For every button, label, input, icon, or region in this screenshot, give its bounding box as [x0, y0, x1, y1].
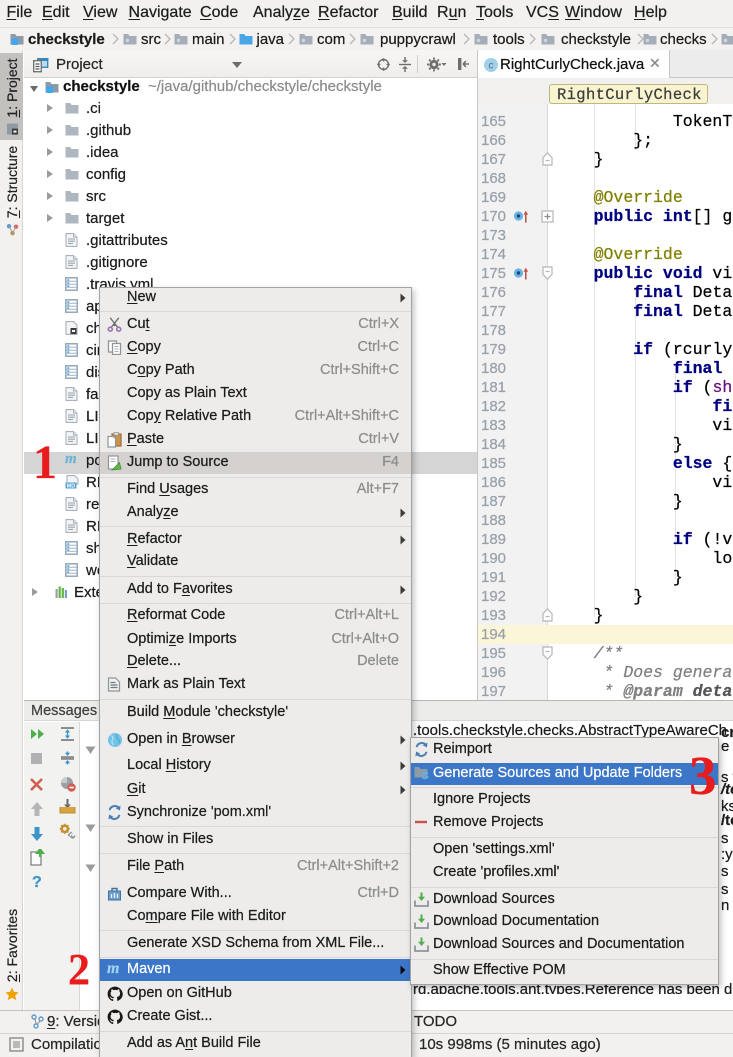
svg-text:c: c [489, 60, 494, 71]
svg-text:MD: MD [67, 484, 75, 489]
